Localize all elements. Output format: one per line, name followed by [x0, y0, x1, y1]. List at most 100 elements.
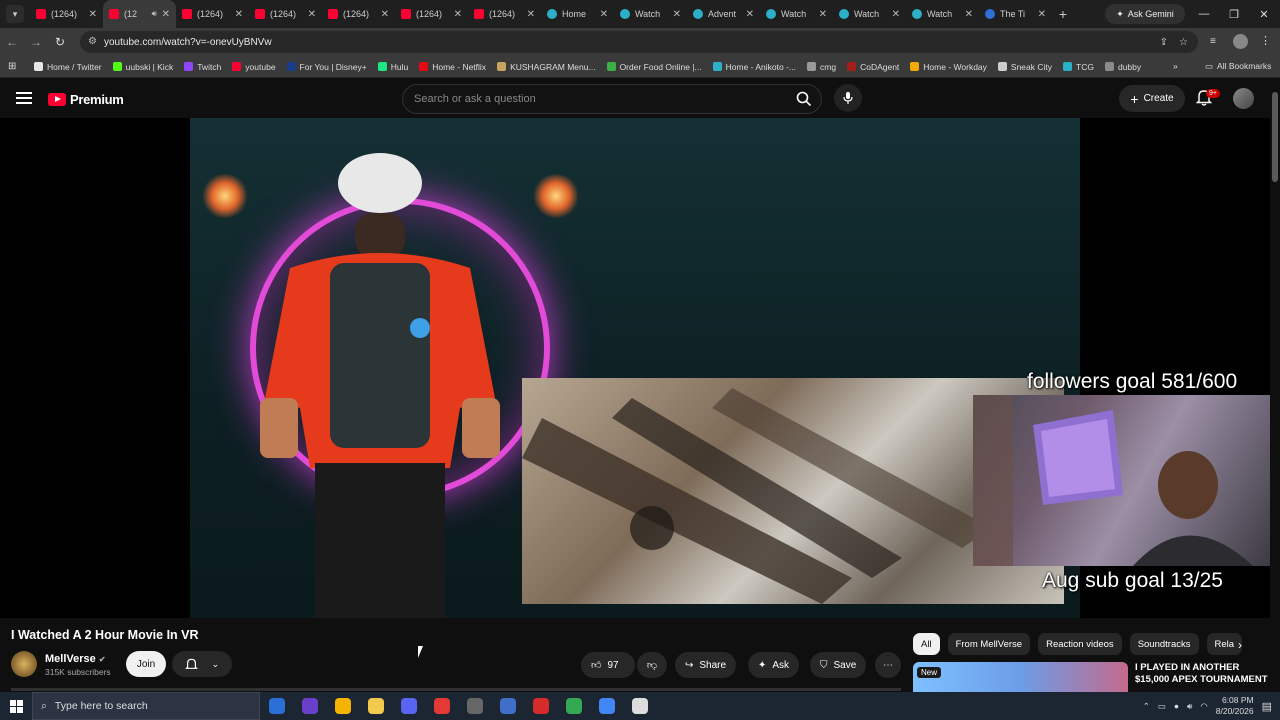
browser-tab[interactable]: Advent ✕: [687, 0, 760, 28]
channel-avatar[interactable]: [11, 651, 37, 677]
browser-tab[interactable]: The Ti ✕: [979, 0, 1052, 28]
close-tab-icon[interactable]: ✕: [308, 9, 316, 20]
browser-tab[interactable]: (1264) ✕: [249, 0, 322, 28]
taskbar-app-blue-round-button[interactable]: [491, 692, 524, 720]
join-button[interactable]: Join: [126, 651, 166, 677]
scrollbar-thumb[interactable]: [1272, 92, 1278, 182]
account-avatar[interactable]: [1233, 88, 1254, 109]
tab-search-button[interactable]: ▾: [6, 5, 24, 23]
browser-tab[interactable]: (1264) ✕: [395, 0, 468, 28]
bookmark-item[interactable]: Hulu: [377, 62, 408, 72]
recommended-video-thumbnail[interactable]: New: [913, 662, 1128, 692]
bookmark-item[interactable]: dubby: [1104, 62, 1141, 72]
subscription-notifications-button[interactable]: ⌄: [172, 651, 232, 677]
taskbar-chrome-2-button[interactable]: [557, 692, 590, 720]
reload-button[interactable]: ↻: [48, 35, 72, 49]
taskbar-chrome-3-button[interactable]: [590, 692, 623, 720]
bookmark-item[interactable]: For You | Disney+: [286, 62, 367, 72]
filter-chip[interactable]: From MellVerse: [947, 633, 1031, 655]
menu-hamburger-icon[interactable]: [16, 92, 32, 104]
bookmark-item[interactable]: Home - Workday: [910, 62, 987, 72]
taskbar-clock[interactable]: 6:08 PM 8/20/2026: [1216, 695, 1254, 717]
recommended-video-title[interactable]: I PLAYED IN ANOTHER $15,000 APEX TOURNAM…: [1135, 662, 1270, 686]
close-tab-icon[interactable]: ✕: [381, 9, 389, 20]
search-input[interactable]: Search or ask a question: [402, 84, 822, 114]
close-tab-icon[interactable]: ✕: [527, 9, 535, 20]
bookmark-item[interactable]: Order Food Online |...: [606, 62, 702, 72]
bookmark-star-icon[interactable]: ☆: [1179, 37, 1188, 48]
taskbar-task-view-button[interactable]: [260, 692, 293, 720]
taskbar-chrome-button[interactable]: [326, 692, 359, 720]
taskbar-app-grey-button[interactable]: [458, 692, 491, 720]
more-actions-button[interactable]: ⋯: [875, 652, 901, 678]
taskbar-search-input[interactable]: ⌕ Type here to search: [32, 692, 260, 720]
close-tab-icon[interactable]: ✕: [965, 9, 973, 20]
install-app-icon[interactable]: ⇪: [1160, 37, 1168, 48]
close-tab-icon[interactable]: ✕: [892, 9, 900, 20]
voice-search-button[interactable]: [834, 84, 862, 112]
close-tab-icon[interactable]: ✕: [454, 9, 462, 20]
close-tab-icon[interactable]: ✕: [235, 9, 243, 20]
profile-avatar[interactable]: [1233, 34, 1248, 49]
taskbar-media-player-button[interactable]: [425, 692, 458, 720]
ask-button[interactable]: ✦ Ask: [748, 652, 800, 678]
all-bookmarks-button[interactable]: ▭ All Bookmarks: [1205, 61, 1271, 72]
video-player[interactable]: followers goal 581/600 Aug sub goal 13/2…: [0, 118, 1270, 618]
bookmark-item[interactable]: Twitch: [184, 62, 221, 72]
browser-tab[interactable]: Watch ✕: [760, 0, 833, 28]
close-tab-icon[interactable]: ✕: [1038, 9, 1046, 20]
close-tab-icon[interactable]: ✕: [162, 9, 170, 20]
bookmark-item[interactable]: cmg: [807, 62, 836, 72]
bookmark-item[interactable]: TCG: [1063, 62, 1094, 72]
filter-chip[interactable]: Reaction videos: [1038, 633, 1122, 655]
close-tab-icon[interactable]: ✕: [89, 9, 97, 20]
youtube-premium-logo[interactable]: Premium: [48, 92, 124, 107]
more-bookmarks-chevron-icon[interactable]: »: [1173, 61, 1178, 71]
site-info-icon[interactable]: ⚙: [88, 36, 97, 47]
forward-button[interactable]: →: [24, 35, 48, 49]
apps-grid-icon[interactable]: ⊞: [8, 61, 22, 72]
volume-icon[interactable]: 🔊︎: [1187, 701, 1192, 712]
bookmark-item[interactable]: Home / Twitter: [34, 62, 102, 72]
bookmark-item[interactable]: Sneak City: [997, 62, 1052, 72]
search-button[interactable]: [787, 85, 821, 113]
browser-tab[interactable]: Watch ✕: [833, 0, 906, 28]
bookmark-item[interactable]: KUSHAGRAM Menu...: [497, 62, 596, 72]
close-tab-icon[interactable]: ✕: [746, 9, 754, 20]
tray-chevron-icon[interactable]: ⌃: [1143, 701, 1150, 712]
browser-tab[interactable]: (1264) ✕: [322, 0, 395, 28]
start-button[interactable]: [0, 692, 32, 720]
close-window-button[interactable]: ✕: [1248, 0, 1280, 28]
filter-chip[interactable]: Rela: [1206, 633, 1243, 655]
audio-playing-icon[interactable]: 🔊︎: [152, 9, 157, 19]
taskbar-discord-button[interactable]: [392, 692, 425, 720]
wifi-icon[interactable]: ◠: [1200, 701, 1207, 712]
browser-tab[interactable]: (1264) ✕: [468, 0, 541, 28]
taskbar-app-red-square-button[interactable]: [524, 692, 557, 720]
page-scrollbar[interactable]: [1270, 80, 1280, 690]
like-button[interactable]: 👍︎ 97: [581, 652, 635, 678]
browser-tab[interactable]: Home ✕: [541, 0, 614, 28]
browser-tab[interactable]: (1264) ✕: [176, 0, 249, 28]
address-bar[interactable]: ⚙ youtube.com/watch?v=-onevUyBNVw ⇪ ☆: [80, 31, 1198, 53]
browser-menu-icon[interactable]: ⋮: [1260, 34, 1271, 47]
media-controls-icon[interactable]: ≡: [1210, 36, 1216, 47]
new-tab-button[interactable]: +: [1052, 6, 1074, 22]
browser-tab[interactable]: (12 🔊︎ ✕: [103, 0, 176, 28]
save-button[interactable]: ⛉ Save: [810, 652, 867, 678]
chips-next-chevron-icon[interactable]: ›: [1238, 638, 1242, 652]
taskbar-file-explorer-button[interactable]: [359, 692, 392, 720]
bookmark-item[interactable]: youtube: [232, 62, 276, 72]
maximize-button[interactable]: ❐: [1218, 0, 1250, 28]
bookmark-item[interactable]: CoDAgent: [847, 62, 899, 72]
network-icon[interactable]: ▭: [1158, 701, 1166, 712]
browser-tab[interactable]: Watch ✕: [906, 0, 979, 28]
channel-name[interactable]: MellVerse: [45, 653, 96, 665]
back-button[interactable]: ←: [0, 35, 24, 49]
bookmark-item[interactable]: Home - Anikoto -...: [712, 62, 796, 72]
filter-chip[interactable]: All: [913, 633, 940, 655]
close-tab-icon[interactable]: ✕: [673, 9, 681, 20]
close-tab-icon[interactable]: ✕: [600, 9, 608, 20]
taskbar-clock-app-button[interactable]: [623, 692, 656, 720]
minimize-button[interactable]: —: [1188, 0, 1220, 28]
